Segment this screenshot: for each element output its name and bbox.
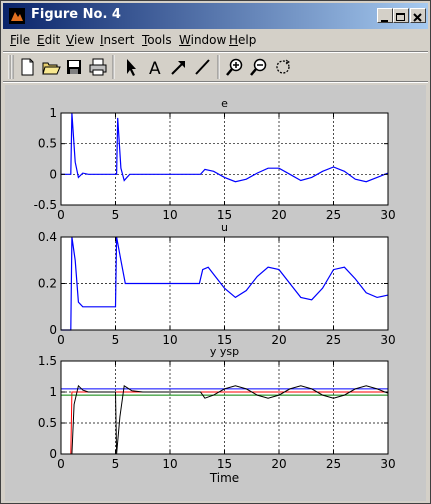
x-tick-label: 30 [380,457,395,471]
x-tick-label: 30 [380,208,395,222]
save-icon[interactable] [63,56,85,78]
window-title: Figure No. 4 [31,7,121,22]
y-tick-label: 1 [49,106,57,120]
x-tick-label: 5 [112,457,120,471]
axes-2-title: u [221,221,228,234]
x-tick-label: 5 [112,208,120,222]
svg-text:A: A [149,59,161,78]
maximize-button[interactable] [393,8,409,23]
axes-1-title: e [221,97,228,110]
toolbar: A [3,53,428,81]
zoom-out-icon[interactable] [248,56,270,78]
x-tick-label: 0 [57,208,65,222]
y-tick-label: 0.5 [38,416,57,430]
x-tick-label: 15 [217,208,232,222]
new-file-icon[interactable] [16,56,38,78]
x-tick-label: 20 [271,457,286,471]
x-tick-label: 10 [162,333,177,347]
figure-window: Figure No. 4 File Edit View Insert Tools Wind… [0,0,431,504]
zoom-in-icon[interactable] [224,56,246,78]
x-tick-label: 0 [57,333,65,347]
arrow-icon[interactable] [168,56,190,78]
y-tick-label: 1 [49,385,57,399]
x-tick-label: 25 [326,333,341,347]
text-A-icon[interactable]: A [144,56,166,79]
pointer-arrow-icon[interactable] [120,56,142,78]
line-icon[interactable] [192,56,214,78]
menu-edit[interactable]: Edit [37,33,60,47]
menu-tools[interactable]: Tools [142,33,172,47]
x-axis-label: Time [209,471,239,485]
y-tick-label: -0.5 [34,198,57,212]
y-tick-label: 0.2 [38,277,57,291]
x-tick-label: 20 [271,333,286,347]
toolbar-grip [8,55,14,79]
y-tick-label: 0.5 [38,137,57,151]
y-tick-label: 0 [49,167,57,181]
x-tick-label: 15 [217,457,232,471]
y-tick-label: 0 [49,323,57,337]
toolbar-divider [3,81,428,83]
minimize-button[interactable] [377,8,393,23]
y-tick-label: 0 [49,447,57,461]
rotate-icon[interactable] [272,56,294,78]
toolbar-separator [217,55,220,79]
menu-window[interactable]: Window [179,33,226,47]
x-tick-label: 20 [271,208,286,222]
x-tick-label: 10 [162,457,177,471]
y-tick-label: 1.5 [38,354,57,368]
menu-help[interactable]: Help [229,33,256,47]
x-tick-label: 30 [380,333,395,347]
x-tick-label: 25 [326,457,341,471]
print-icon[interactable] [87,56,109,78]
x-tick-label: 10 [162,208,177,222]
open-folder-icon[interactable] [40,56,62,78]
y-tick-label: 0.4 [38,230,57,244]
menu-view[interactable]: View [66,33,94,47]
menu-bar: File Edit View Insert Tools Window Help [3,31,428,50]
title-bar[interactable]: Figure No. 4 [3,3,428,29]
axes-3-title: y ysp [210,345,239,358]
x-tick-label: 0 [57,457,65,471]
close-button[interactable] [410,8,426,23]
x-tick-label: 25 [326,208,341,222]
x-tick-label: 5 [112,333,120,347]
matlab-logo-icon [9,8,25,24]
menu-insert[interactable]: Insert [100,33,134,47]
figure-canvas[interactable]: 0 5 10 15 20 25 30-0.500.51e0 5 10 15 20 25 3000.20.… [5,85,426,501]
toolbar-separator [112,55,115,79]
menu-file[interactable]: File [10,33,30,47]
